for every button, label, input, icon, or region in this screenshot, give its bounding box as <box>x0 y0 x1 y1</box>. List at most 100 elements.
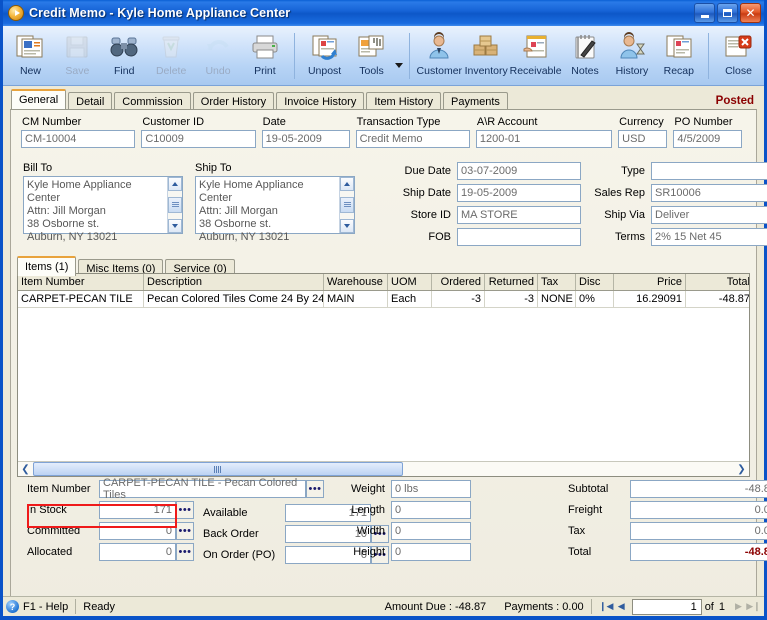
grid-horizontal-scrollbar[interactable]: ❮ ❯ <box>18 461 749 476</box>
first-record-button[interactable]: ❙◀ <box>599 599 614 614</box>
cell-price[interactable]: 16.29091 <box>614 291 686 307</box>
tab-item-history[interactable]: Item History <box>366 92 442 110</box>
field-po-number[interactable]: 4/5/2009 <box>673 130 743 148</box>
field-currency[interactable]: USD <box>618 130 668 148</box>
cell-returned[interactable]: -3 <box>485 291 538 307</box>
help-icon[interactable]: ? <box>6 600 19 613</box>
cell-description[interactable]: Pecan Colored Tiles Come 24 By 24 <box>144 291 324 307</box>
column-header-price[interactable]: Price <box>614 274 686 290</box>
cell-warehouse[interactable]: MAIN <box>324 291 388 307</box>
scroll-left-button[interactable]: ❮ <box>18 462 33 476</box>
field-store-id[interactable]: MA STORE <box>457 206 581 224</box>
scroll-up-button[interactable] <box>168 177 182 191</box>
tab-payments[interactable]: Payments <box>443 92 508 110</box>
field-length[interactable]: 0 <box>391 501 471 519</box>
toolbar-button-recap[interactable]: Recap <box>655 29 702 84</box>
field-weight[interactable]: 0 lbs <box>391 480 471 498</box>
cell-disc[interactable]: 0% <box>576 291 614 307</box>
cell-item-number[interactable]: CARPET-PECAN TILE <box>18 291 144 307</box>
toolbar-button-tools[interactable]: Tools <box>348 29 395 84</box>
field-group: Customer ID C10009 <box>141 116 256 148</box>
scroll-up-button[interactable] <box>340 177 354 191</box>
scroll-right-button[interactable]: ❯ <box>734 462 749 476</box>
column-header-returned[interactable]: Returned <box>485 274 538 290</box>
field-ship-via[interactable]: Deliver <box>651 206 767 224</box>
column-header-disc[interactable]: Disc <box>576 274 614 290</box>
tab-general[interactable]: General <box>11 89 67 109</box>
field-fob[interactable] <box>457 228 581 246</box>
close-button[interactable]: ✕ <box>740 3 761 23</box>
item-tab-items-1-[interactable]: Items (1) <box>17 256 77 276</box>
tab-invoice-history[interactable]: Invoice History <box>276 92 365 110</box>
field-a-r-account[interactable]: 1200-01 <box>475 130 613 148</box>
field-date[interactable]: 19-05-2009 <box>261 130 350 148</box>
minimize-button[interactable] <box>694 3 715 23</box>
field-freight[interactable]: 0.00 <box>630 501 767 519</box>
lookup-button[interactable]: ••• <box>176 543 194 561</box>
item-number-field[interactable]: CARPET-PECAN TILE - Pecan Colored Tiles <box>99 477 306 501</box>
cell-total[interactable]: -48.87 <box>686 291 749 307</box>
field-cm-number[interactable]: CM-10004 <box>21 130 136 148</box>
toolbar-button-unpost[interactable]: Unpost <box>301 29 348 84</box>
previous-record-button[interactable]: ◀ <box>614 599 629 614</box>
toolbar-button-inventory[interactable]: Inventory <box>463 29 510 84</box>
toolbar-button-find[interactable]: Find <box>101 29 148 84</box>
address-scrollbar[interactable] <box>339 177 354 233</box>
page-number-input[interactable]: 1 <box>631 598 702 615</box>
field-type[interactable] <box>651 162 767 180</box>
column-header-uom[interactable]: UOM <box>388 274 432 290</box>
field-tax[interactable]: 0.00 <box>630 522 767 540</box>
field-label: Type <box>621 165 645 177</box>
maximize-button[interactable] <box>717 3 738 23</box>
field-height[interactable]: 0 <box>391 543 471 561</box>
tab-detail[interactable]: Detail <box>68 92 113 110</box>
column-header-description[interactable]: Description <box>144 274 324 290</box>
cell-ordered[interactable]: -3 <box>432 291 485 307</box>
field-allocated[interactable]: 0 <box>99 543 176 561</box>
scroll-down-button[interactable] <box>168 219 182 233</box>
toolbar-button-history[interactable]: History <box>608 29 655 84</box>
field-subtotal[interactable]: -48.87 <box>630 480 767 498</box>
scroll-thumb[interactable] <box>168 197 182 213</box>
column-header-warehouse[interactable]: Warehouse <box>324 274 388 290</box>
column-header-tax[interactable]: Tax <box>538 274 576 290</box>
scroll-thumb[interactable] <box>340 197 354 213</box>
toolbar-button-new[interactable]: New <box>7 29 54 84</box>
address-box-bill-to[interactable]: Kyle Home Appliance Center Attn: Jill Mor… <box>23 176 183 243</box>
toolbar-button-notes[interactable]: Notes <box>562 29 609 84</box>
field-sales-rep[interactable]: SR10006 <box>651 184 767 202</box>
tab-order-history[interactable]: Order History <box>192 92 275 110</box>
field-committed[interactable]: 0 <box>99 522 176 540</box>
field-transaction-type[interactable]: Credit Memo <box>355 130 470 148</box>
h-scroll-track[interactable] <box>33 462 734 476</box>
toolbar-button-customer[interactable]: Customer <box>416 29 463 84</box>
next-record-button[interactable]: ▶ <box>731 599 746 614</box>
field-terms[interactable]: 2% 15 Net 45 <box>651 228 767 246</box>
field-due-date[interactable]: 03-07-2009 <box>457 162 581 180</box>
last-record-button[interactable]: ▶❙ <box>746 599 761 614</box>
tools-dropdown-arrow-icon[interactable] <box>395 63 403 68</box>
tab-commission[interactable]: Commission <box>114 92 191 110</box>
field-in-stock[interactable]: 171 <box>99 501 176 519</box>
field-ship-date[interactable]: 19-05-2009 <box>457 184 581 202</box>
help-label[interactable]: F1 - Help <box>23 601 68 613</box>
toolbar-button-close[interactable]: Close <box>715 29 762 84</box>
item-number-lookup-button[interactable]: ••• <box>306 480 324 498</box>
field-customer-id[interactable]: C10009 <box>141 130 256 148</box>
toolbar-button-receivable[interactable]: Receivable <box>510 29 562 84</box>
address-box-ship-to[interactable]: Kyle Home Appliance Center Attn: Jill Mor… <box>195 176 355 243</box>
field-width[interactable]: 0 <box>391 522 471 540</box>
lookup-button[interactable]: ••• <box>176 522 194 540</box>
cell-uom[interactable]: Each <box>388 291 432 307</box>
address-scrollbar[interactable] <box>167 177 182 233</box>
column-header-ordered[interactable]: Ordered <box>432 274 485 290</box>
table-row[interactable]: CARPET-PECAN TILE Pecan Colored Tiles Com… <box>18 291 749 308</box>
toolbar-button-print[interactable]: Print <box>241 29 288 84</box>
column-header-item-number[interactable]: Item Number <box>18 274 144 290</box>
field-total[interactable]: -48.87 <box>630 543 767 561</box>
scroll-down-button[interactable] <box>340 219 354 233</box>
h-scroll-thumb[interactable] <box>33 462 403 476</box>
column-header-total[interactable]: Total <box>686 274 749 290</box>
lookup-button[interactable]: ••• <box>176 501 194 519</box>
cell-tax[interactable]: NONE <box>538 291 576 307</box>
